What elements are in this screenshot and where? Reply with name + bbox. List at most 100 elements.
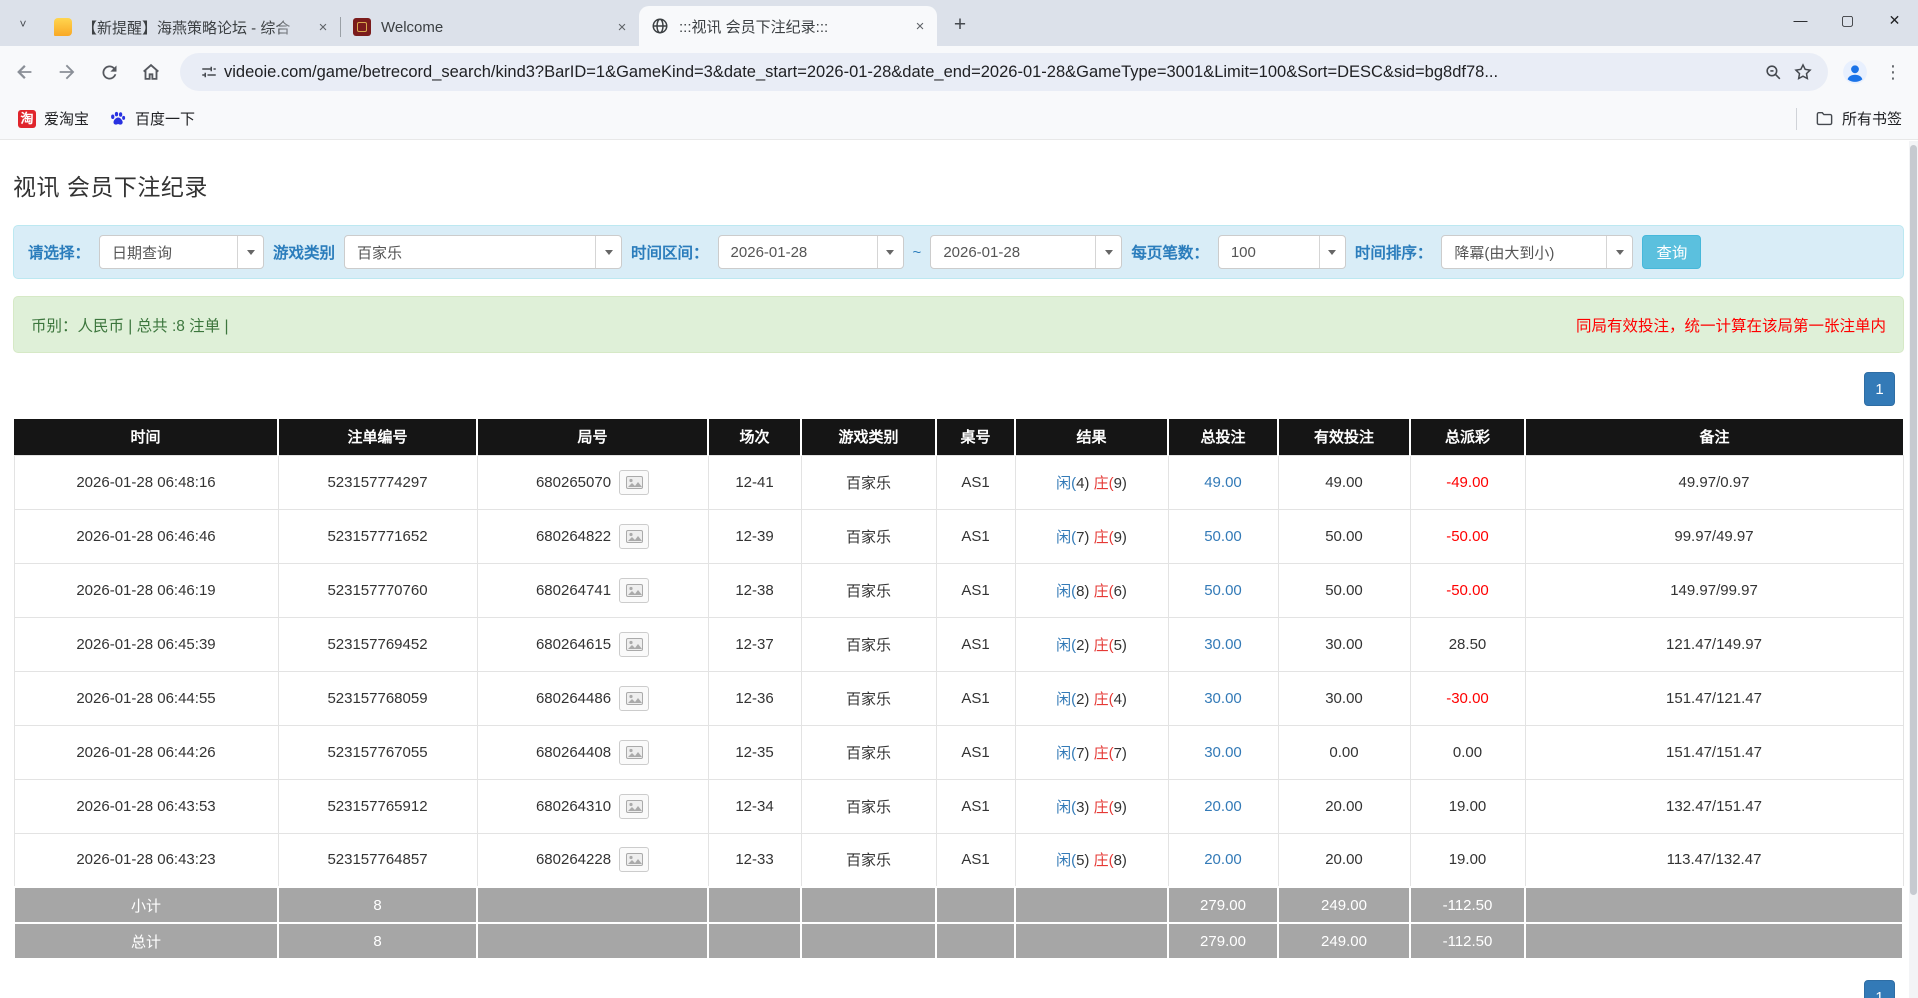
round-snapshot-button[interactable] xyxy=(619,523,650,549)
site-settings-tune-icon[interactable] xyxy=(194,57,224,87)
bookmark-taobao[interactable]: 淘 爱淘宝 xyxy=(8,104,99,134)
cell-payout: -50.00 xyxy=(1409,508,1526,564)
cell-total-bet[interactable]: 49.00 xyxy=(1167,454,1279,510)
cell-remark: 121.47/149.97 xyxy=(1524,616,1904,672)
query-type-select[interactable]: 日期查询 xyxy=(99,235,265,269)
tab-betrecord-active[interactable]: :::视讯 会员下注纪录::: × xyxy=(639,6,937,46)
cell-empty xyxy=(935,886,1016,924)
close-button[interactable]: ✕ xyxy=(1871,0,1918,40)
cell-session: 12-34 xyxy=(707,778,802,834)
all-bookmarks[interactable]: 所有书签 xyxy=(1795,107,1918,130)
cell-total-bet[interactable]: 30.00 xyxy=(1167,616,1279,672)
cell-payout: 0.00 xyxy=(1409,724,1526,780)
cell-empty xyxy=(800,922,937,960)
cell-total-bet[interactable]: 20.00 xyxy=(1167,778,1279,834)
cell-total-bet[interactable]: 30.00 xyxy=(1167,670,1279,726)
date-end-select[interactable]: 2026-01-28 xyxy=(930,235,1123,269)
cell-round-id: 680264486 xyxy=(476,670,709,726)
maximize-button[interactable]: ▢ xyxy=(1824,0,1871,40)
tab-close-icon[interactable]: × xyxy=(911,17,929,35)
cell-empty xyxy=(1524,922,1904,960)
cell-bet-id: 523157770760 xyxy=(277,562,478,618)
cell-sum-count: 8 xyxy=(277,922,478,960)
tab-title: Welcome xyxy=(381,18,444,36)
tab-search-chevron-icon[interactable]: ˅ xyxy=(6,6,40,42)
cell-total-bet[interactable]: 50.00 xyxy=(1167,562,1279,618)
cell-time: 2026-01-28 06:48:16 xyxy=(13,454,279,510)
new-tab-button[interactable]: + xyxy=(945,10,975,40)
cell-total-bet[interactable]: 30.00 xyxy=(1167,724,1279,780)
cell-result: 闲(5) 庄(8) xyxy=(1014,832,1169,888)
cell-payout: -50.00 xyxy=(1409,562,1526,618)
sort-label: 时间排序： xyxy=(1354,245,1433,262)
tab-close-icon[interactable]: × xyxy=(314,18,332,36)
cell-sum-valid-bet: 249.00 xyxy=(1277,922,1411,960)
zoom-magnifier-icon[interactable] xyxy=(1758,57,1788,87)
col-session: 场次 xyxy=(708,419,802,455)
bookmark-star-icon[interactable] xyxy=(1788,57,1818,87)
per-page-select[interactable]: 100 xyxy=(1217,235,1346,269)
scrollbar-thumb[interactable] xyxy=(1910,145,1917,895)
chevron-down-icon xyxy=(237,236,263,268)
cell-table-no: AS1 xyxy=(935,778,1016,834)
round-snapshot-button[interactable] xyxy=(619,577,650,603)
folder-icon xyxy=(1815,109,1834,128)
cell-session: 12-33 xyxy=(707,832,802,888)
total-row: 总计 8 279.00 249.00 -112.50 xyxy=(13,922,1904,960)
reload-button[interactable] xyxy=(92,55,126,89)
back-button[interactable] xyxy=(8,55,42,89)
window-controls: — ▢ ✕ xyxy=(1777,0,1918,40)
round-snapshot-button[interactable] xyxy=(619,685,650,711)
pagination-bottom: 1 xyxy=(13,980,1904,998)
round-snapshot-button[interactable] xyxy=(619,793,650,819)
cell-empty xyxy=(707,886,802,924)
bookmark-baidu[interactable]: 百度一下 xyxy=(99,104,205,134)
table-row: 2026-01-28 06:44:55 523157768059 680264486… xyxy=(13,670,1904,726)
url-text[interactable]: videoie.com/game/betrecord_search/kind3?… xyxy=(224,63,1758,82)
col-result: 结果 xyxy=(1015,419,1169,455)
cell-game-type: 百家乐 xyxy=(800,670,937,726)
cell-result: 闲(7) 庄(7) xyxy=(1014,724,1169,780)
cell-total-bet[interactable]: 50.00 xyxy=(1167,508,1279,564)
cell-game-type: 百家乐 xyxy=(800,508,937,564)
minimize-button[interactable]: — xyxy=(1777,0,1824,40)
tab-welcome[interactable]: Welcome × xyxy=(341,8,639,46)
sort-select[interactable]: 降冪(由大到小) xyxy=(1441,235,1634,269)
cell-bet-id: 523157769452 xyxy=(277,616,478,672)
cell-table-no: AS1 xyxy=(935,724,1016,780)
page-title: 视讯 会员下注纪录 xyxy=(13,174,208,200)
sort-value: 降冪(由大到小) xyxy=(1454,244,1555,262)
col-remark: 备注 xyxy=(1525,419,1903,455)
cell-remark: 149.97/99.97 xyxy=(1524,562,1904,618)
game-type-select[interactable]: 百家乐 xyxy=(344,235,623,269)
cell-result: 闲(3) 庄(9) xyxy=(1014,778,1169,834)
col-time: 时间 xyxy=(14,419,279,455)
round-snapshot-button[interactable] xyxy=(619,847,650,873)
date-start-select[interactable]: 2026-01-28 xyxy=(717,235,904,269)
chrome-menu-icon[interactable]: ⋮ xyxy=(1878,55,1908,89)
cell-sum-payout: -112.50 xyxy=(1409,886,1526,924)
round-snapshot-button[interactable] xyxy=(619,739,650,765)
cell-bet-id: 523157768059 xyxy=(277,670,478,726)
page-1-button[interactable]: 1 xyxy=(1864,372,1895,406)
cell-sum-total-bet: 279.00 xyxy=(1167,886,1279,924)
cell-time: 2026-01-28 06:46:19 xyxy=(13,562,279,618)
page-1-button[interactable]: 1 xyxy=(1864,980,1895,998)
tab-close-icon[interactable]: × xyxy=(613,18,631,36)
url-bar[interactable]: videoie.com/game/betrecord_search/kind3?… xyxy=(180,53,1828,91)
profile-avatar-icon[interactable] xyxy=(1838,55,1872,89)
search-button[interactable]: 查询 xyxy=(1642,235,1702,269)
bookmarks-divider xyxy=(1795,107,1797,130)
page-scrollbar[interactable] xyxy=(1909,141,1918,998)
bookmark-label: 百度一下 xyxy=(135,111,196,128)
bookmark-label: 爱淘宝 xyxy=(44,111,90,128)
tab-forum[interactable]: 【新提醒】海燕策略论坛 - 综合 × xyxy=(42,8,340,46)
cell-empty xyxy=(935,922,1016,960)
round-snapshot-button[interactable] xyxy=(619,631,650,657)
cell-result: 闲(4) 庄(9) xyxy=(1014,454,1169,510)
cell-valid-bet: 20.00 xyxy=(1277,778,1411,834)
forward-button[interactable] xyxy=(50,55,84,89)
home-button[interactable] xyxy=(134,55,168,89)
round-snapshot-button[interactable] xyxy=(619,469,650,495)
cell-total-bet[interactable]: 20.00 xyxy=(1167,832,1279,888)
